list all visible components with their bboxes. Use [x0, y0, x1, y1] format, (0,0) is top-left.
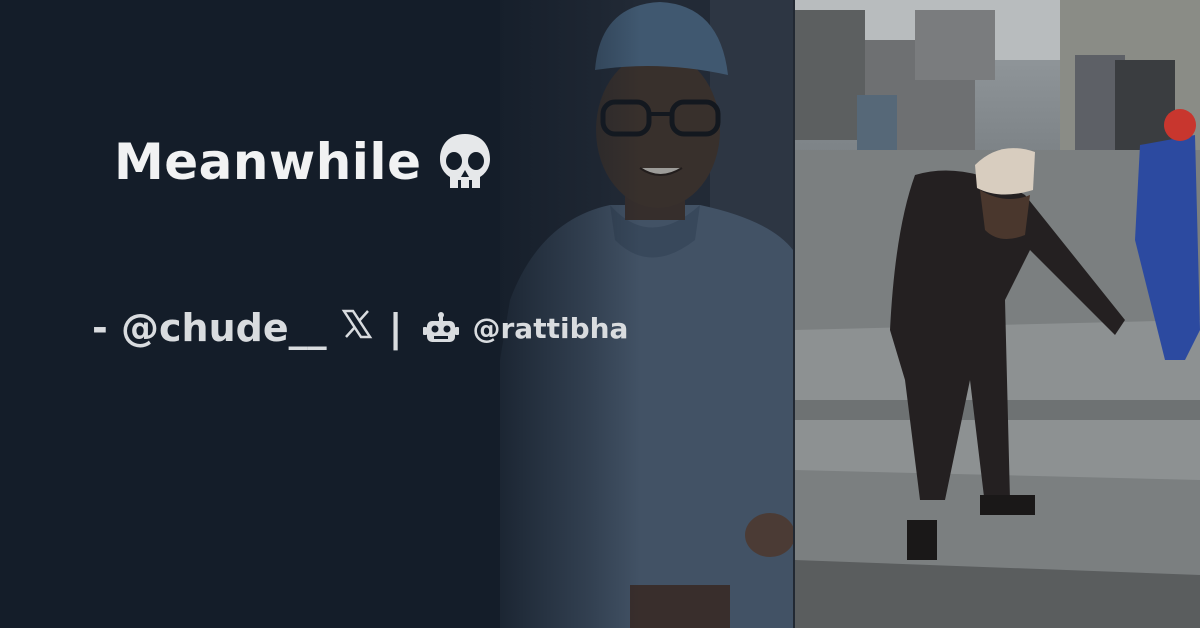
- x-logo-icon: [341, 308, 373, 349]
- author-handle[interactable]: - @chude__: [92, 306, 327, 350]
- attribution-line: - @chude__ | @rattibha: [92, 306, 628, 350]
- skull-icon: [440, 134, 491, 188]
- bot-handle[interactable]: @rattibha: [473, 312, 629, 345]
- post-title: Meanwhile: [114, 132, 493, 192]
- separator: |: [388, 306, 403, 350]
- street-photo: [795, 0, 1200, 628]
- title-text: Meanwhile: [114, 133, 422, 191]
- share-card: Meanwhile - @chude__ | @rattibha: [0, 0, 1200, 628]
- robot-icon: [422, 312, 459, 342]
